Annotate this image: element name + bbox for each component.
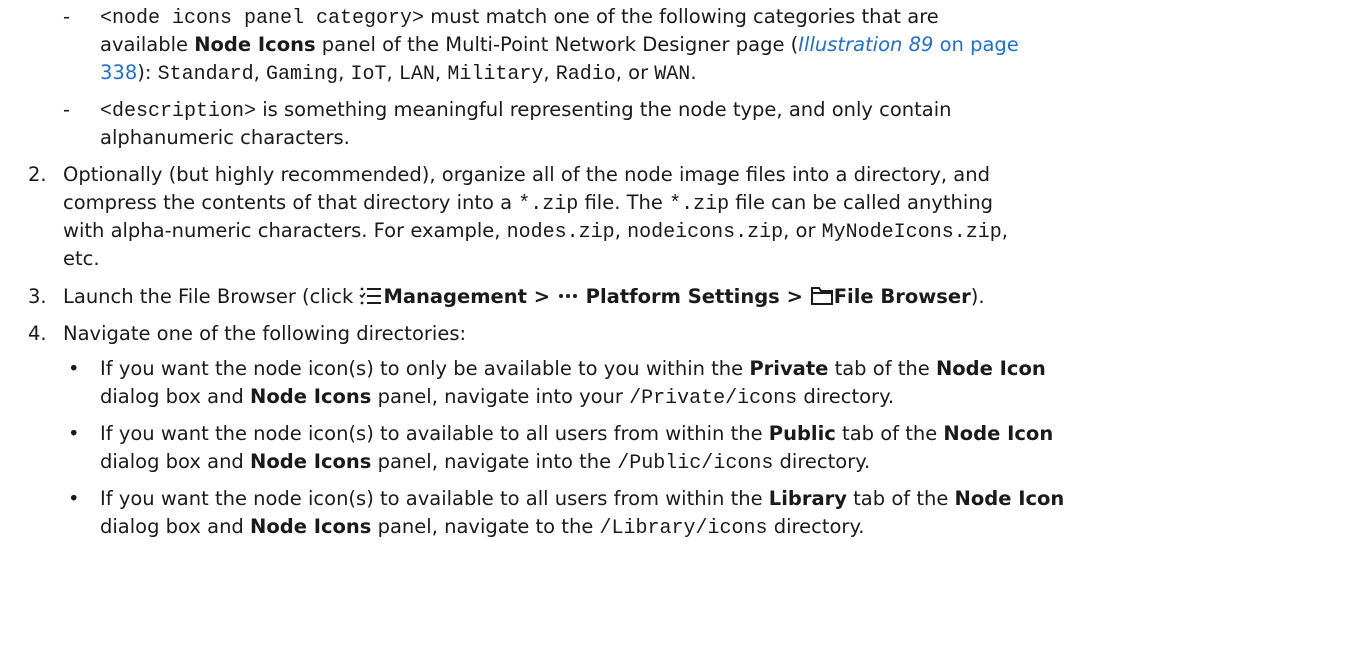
category-gaming: Gaming [266,63,339,86]
category-placeholder: <node icons panel category> [100,7,425,30]
text: tab of the [828,357,936,380]
public-bullet-line-2: dialog box and Node Icons panel, navigat… [100,449,870,477]
text: alphanumeric characters. [100,126,350,149]
management-menu-path: Management > [383,285,557,308]
step-number: 4. [28,322,47,345]
text: is something meaningful representing the… [256,98,952,121]
directory-path: /Public/icons [617,452,774,475]
illustration-link[interactable]: Illustration 89 [798,33,933,56]
example-filename: MyNodeIcons.zip [821,221,1002,244]
text: must match one of the following categori… [424,5,939,28]
text: panel, navigate to the [371,515,600,538]
library-bullet-line-2: dialog box and Node Icons panel, navigat… [100,514,864,542]
bullet-marker: • [68,487,80,510]
text: , or [615,61,655,84]
private-bullet-line-2: dialog box and Node Icons panel, navigat… [100,384,894,412]
text: Optionally (but highly recommended), org… [63,163,990,186]
text: dialog box and [100,385,251,408]
tab-name-private: Private [749,357,829,380]
text: file can be called anything [729,191,994,214]
text: with alpha-numeric characters. For examp… [63,219,507,242]
directory-path: /Library/icons [599,517,768,540]
category-lan: LAN [398,63,435,86]
bullet-marker: • [68,357,80,380]
node-icons-term: Node Icons [194,33,316,56]
text: Launch the File Browser (click [63,285,360,308]
node-icon-dialog-term: Node Icon [943,422,1054,445]
node-icons-term: Node Icons [250,515,372,538]
node-icon-dialog-term: Node Icon [954,487,1065,510]
step2-line-4: etc. [63,246,100,272]
description-placeholder: <description> [100,100,257,123]
category-radio: Radio [555,63,616,86]
text: dialog box and [100,515,251,538]
folder-icon [810,284,834,313]
text: etc. [63,247,100,270]
step2-line-3: with alpha-numeric characters. For examp… [63,218,1008,246]
dash-marker: - [63,98,71,121]
dash-marker: - [63,5,71,28]
text: Navigate one of the following directorie… [63,322,467,345]
example-filename: nodes.zip [506,221,615,244]
public-bullet-line-1: If you want the node icon(s) to availabl… [100,421,1053,447]
text: ): [137,61,158,84]
text: available [100,33,195,56]
category-standard: Standard [157,63,254,86]
more-dots-icon [557,286,579,313]
text: file. The [578,191,670,214]
text: dialog box and [100,450,251,473]
step2-line-1: Optionally (but highly recommended), org… [63,162,990,188]
library-bullet-line-1: If you want the node icon(s) to availabl… [100,486,1064,512]
zip-pattern: *.zip [518,193,579,216]
platform-settings-menu-path: Platform Settings > [578,285,810,308]
text: If you want the node icon(s) to availabl… [100,487,769,510]
description-rule-line-2: alphanumeric characters. [100,125,350,151]
management-list-icon [359,286,383,313]
private-bullet-line-1: If you want the node icon(s) to only be … [100,356,1046,382]
node-icons-term: Node Icons [250,385,372,408]
page-link-number[interactable]: 338 [100,61,137,84]
step-number: 2. [28,163,47,186]
text: directory. [773,450,871,473]
node-icon-dialog-term: Node Icon [935,357,1046,380]
node-icons-term: Node Icons [250,450,372,473]
directory-path: /Private/icons [629,387,798,410]
text: tab of the [835,422,944,445]
text: directory. [797,385,895,408]
category-rule-line-1: <node icons panel category> must match o… [100,4,939,32]
text: panel, navigate into the [371,450,618,473]
text: If you want the node icon(s) to only be … [100,357,750,380]
category-rule-line-3: 338): Standard, Gaming, IoT, LAN, Milita… [100,61,697,86]
tab-name-public: Public [768,422,836,445]
text: panel of the Multi-Point Network Designe… [315,33,799,56]
category-military: Military [447,63,544,86]
text: , or [783,219,822,242]
bullet-marker: • [68,422,80,445]
page-link-on[interactable]: on page [933,33,1019,56]
text: . [690,61,697,84]
category-rule-line-2: available Node Icons panel of the Multi-… [100,32,1019,58]
category-iot: IoT [350,63,387,86]
text: , [614,219,628,242]
step-number: 3. [28,285,47,308]
text: directory. [767,515,865,538]
text: panel, navigate into your [371,385,630,408]
tab-name-library: Library [768,487,847,510]
step4-line: Navigate one of the following directorie… [63,321,466,347]
file-browser-menu-path: File Browser [833,285,971,308]
example-filename: nodeicons.zip [627,221,784,244]
text: compress the contents of that directory … [63,191,519,214]
text: tab of the [846,487,955,510]
step3-line: Launch the File Browser (click Managemen… [63,284,985,313]
description-rule-line-1: <description> is something meaningful re… [100,97,952,125]
zip-pattern: *.zip [669,193,730,216]
category-wan: WAN [654,63,691,86]
text: If you want the node icon(s) to availabl… [100,422,769,445]
step2-line-2: compress the contents of that directory … [63,190,993,218]
text: ). [970,285,985,308]
text: , [1001,219,1008,242]
